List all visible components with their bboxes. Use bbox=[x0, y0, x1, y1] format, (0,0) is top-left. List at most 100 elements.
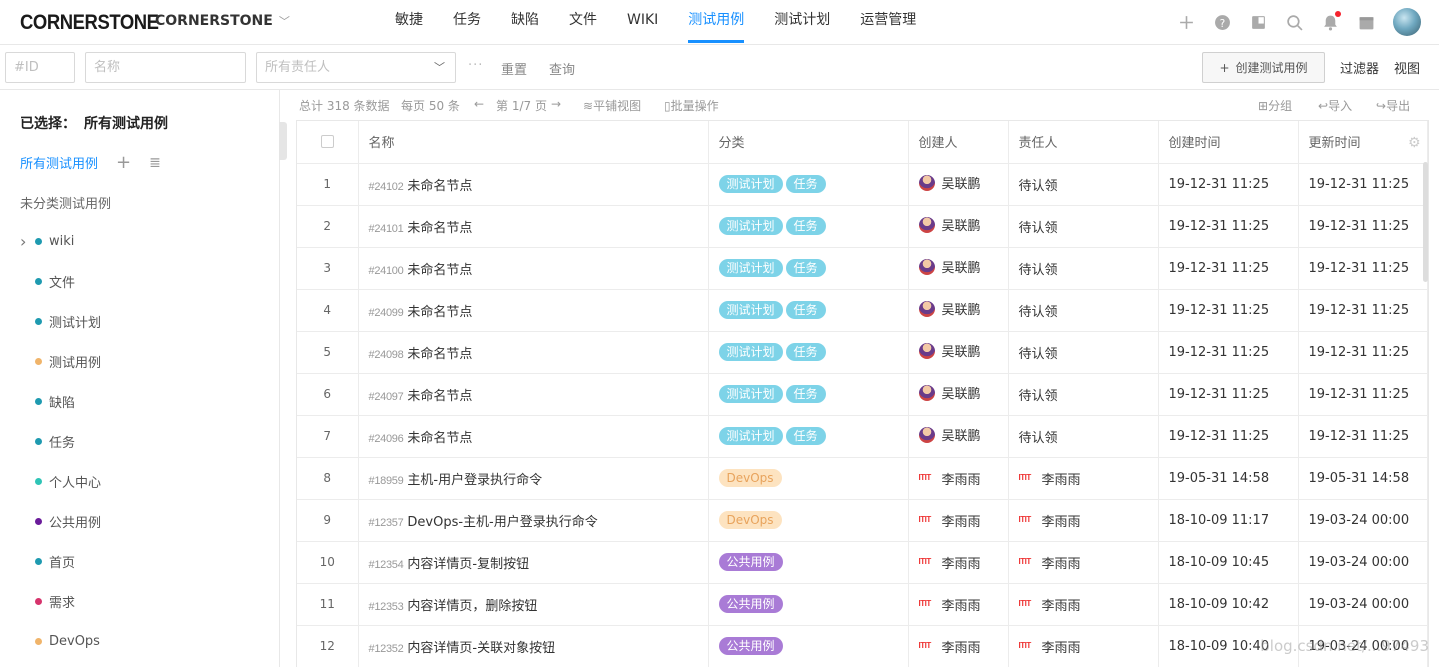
tree-item[interactable]: 首页 bbox=[20, 551, 75, 571]
name-filter-input[interactable] bbox=[85, 52, 246, 83]
query-button[interactable]: 查询 bbox=[549, 59, 575, 78]
uncategorized-link[interactable]: 未分类测试用例 bbox=[20, 193, 111, 212]
category-tag[interactable]: DevOps bbox=[718, 511, 782, 529]
category-tag[interactable]: DevOps bbox=[718, 469, 782, 487]
calendar-icon[interactable] bbox=[1357, 13, 1375, 31]
export-button[interactable]: ↪导出 bbox=[1376, 97, 1410, 114]
list-menu-icon[interactable]: ≣ bbox=[149, 155, 161, 171]
tile-view-button[interactable]: ≋平铺视图 bbox=[583, 97, 641, 114]
tree-item[interactable]: 公共用例 bbox=[20, 511, 101, 531]
table-row[interactable]: 9 #12357 DevOps-主机-用户登录执行命令 DevOps ITIT 李雨雨 IT… bbox=[297, 499, 1428, 542]
tree-item[interactable]: 文件 bbox=[20, 271, 75, 291]
nav-item[interactable]: 任务 bbox=[438, 0, 496, 45]
tree-item[interactable]: 缺陷 bbox=[20, 391, 75, 411]
testcase-name-link[interactable]: 内容详情页-复制按钮 bbox=[407, 557, 529, 572]
category-tag[interactable]: 任务 bbox=[785, 385, 826, 403]
project-switcher[interactable]: CORNERSTONE ﹀ bbox=[155, 13, 290, 29]
select-all-checkbox[interactable] bbox=[320, 135, 334, 149]
category-tag[interactable]: 任务 bbox=[785, 175, 826, 193]
category-tag[interactable]: 测试计划 bbox=[718, 175, 783, 193]
tree-item[interactable]: 个人中心 bbox=[20, 471, 101, 491]
create-testcase-button[interactable]: + 创建测试用例 bbox=[1202, 52, 1325, 83]
tree-item[interactable]: 任务 bbox=[20, 431, 75, 451]
tree-item[interactable]: 测试用例 bbox=[20, 351, 101, 371]
column-header-name[interactable]: 名称 bbox=[358, 121, 709, 164]
table-row[interactable]: 5 #24098 未命名节点 测试计划 任务 吴联鹏 待认领 19-12-31 11:25 19… bbox=[297, 331, 1428, 374]
more-filters-button[interactable]: ··· bbox=[468, 58, 483, 73]
category-tag[interactable]: 公共用例 bbox=[718, 637, 783, 655]
category-tag[interactable]: 公共用例 bbox=[718, 553, 783, 571]
category-tag[interactable]: 任务 bbox=[785, 301, 826, 319]
nav-item[interactable]: 文件 bbox=[554, 0, 612, 45]
user-avatar[interactable] bbox=[1393, 8, 1421, 36]
next-page-icon[interactable]: → bbox=[551, 97, 561, 111]
filter-button[interactable]: 过滤器 bbox=[1340, 58, 1379, 77]
gear-icon[interactable]: ⚙ bbox=[1408, 135, 1421, 151]
all-testcases-link[interactable]: 所有测试用例 bbox=[20, 153, 98, 172]
table-row[interactable]: 4 #24099 未命名节点 测试计划 任务 吴联鹏 待认领 19-12-31 11:25 19… bbox=[297, 289, 1428, 332]
sidebar-collapse-handle[interactable] bbox=[279, 122, 287, 160]
category-tag[interactable]: 任务 bbox=[785, 427, 826, 445]
category-tag[interactable]: 任务 bbox=[785, 259, 826, 277]
view-button[interactable]: 视图 bbox=[1394, 58, 1420, 77]
chevron-right-icon[interactable]: › bbox=[20, 232, 34, 251]
tree-item[interactable]: 需求 bbox=[20, 591, 75, 611]
testcase-name-link[interactable]: 未命名节点 bbox=[407, 179, 472, 194]
nav-item[interactable]: 运营管理 bbox=[845, 0, 931, 45]
category-tag[interactable]: 测试计划 bbox=[718, 301, 783, 319]
testcase-name-link[interactable]: 未命名节点 bbox=[407, 221, 472, 236]
column-header-created[interactable]: 创建时间 bbox=[1158, 121, 1299, 164]
table-row[interactable]: 3 #24100 未命名节点 测试计划 任务 吴联鹏 待认领 19-12-31 11:25 19… bbox=[297, 247, 1428, 290]
column-header-owner[interactable]: 责任人 bbox=[1008, 121, 1159, 164]
table-row[interactable]: 7 #24096 未命名节点 测试计划 任务 吴联鹏 待认领 19-12-31 11:25 19… bbox=[297, 415, 1428, 458]
testcase-name-link[interactable]: 未命名节点 bbox=[407, 347, 472, 362]
nav-item[interactable]: 测试用例 bbox=[673, 0, 759, 45]
app-logo[interactable]: CORNERSTONE bbox=[20, 11, 159, 35]
help-icon[interactable]: ? bbox=[1213, 13, 1231, 31]
assignee-select[interactable]: 所有责任人 ﹀ bbox=[256, 52, 456, 83]
table-row[interactable]: 2 #24101 未命名节点 测试计划 任务 吴联鹏 待认领 19-12-31 11:25 19… bbox=[297, 205, 1428, 248]
category-tag[interactable]: 测试计划 bbox=[718, 259, 783, 277]
column-header-updated[interactable]: 更新时间 bbox=[1309, 136, 1361, 151]
book-icon[interactable] bbox=[1249, 13, 1267, 31]
column-header-creator[interactable]: 创建人 bbox=[908, 121, 1009, 164]
tree-item[interactable]: 测试计划 bbox=[20, 311, 101, 331]
table-row[interactable]: 10 #12354 内容详情页-复制按钮 公共用例 ITIT 李雨雨 ITIT 李雨雨 18-1… bbox=[297, 541, 1428, 584]
nav-item[interactable]: 测试计划 bbox=[759, 0, 845, 45]
nav-item[interactable]: 缺陷 bbox=[496, 0, 554, 45]
category-tag[interactable]: 测试计划 bbox=[718, 385, 783, 403]
nav-item[interactable]: 敏捷 bbox=[380, 0, 438, 45]
testcase-name-link[interactable]: 内容详情页，删除按钮 bbox=[407, 599, 537, 614]
table-scrollbar[interactable] bbox=[1423, 162, 1428, 282]
table-row[interactable]: 12 #12352 内容详情页-关联对象按钮 公共用例 ITIT 李雨雨 ITIT 李雨雨 18… bbox=[297, 625, 1428, 667]
table-row[interactable]: 11 #12353 内容详情页，删除按钮 公共用例 ITIT 李雨雨 ITIT 李雨雨 18-1… bbox=[297, 583, 1428, 626]
testcase-name-link[interactable]: 未命名节点 bbox=[407, 305, 472, 320]
nav-item[interactable]: WIKI bbox=[612, 0, 673, 45]
group-button[interactable]: ⊞分组 bbox=[1258, 97, 1292, 114]
id-filter-input[interactable] bbox=[5, 52, 75, 83]
testcase-name-link[interactable]: 未命名节点 bbox=[407, 431, 472, 446]
category-tag[interactable]: 测试计划 bbox=[718, 343, 783, 361]
testcase-name-link[interactable]: 未命名节点 bbox=[407, 389, 472, 404]
testcase-name-link[interactable]: 内容详情页-关联对象按钮 bbox=[407, 641, 555, 656]
category-tag[interactable]: 测试计划 bbox=[718, 427, 783, 445]
testcase-name-link[interactable]: DevOps-主机-用户登录执行命令 bbox=[407, 515, 597, 530]
table-row[interactable]: 8 #18959 主机-用户登录执行命令 DevOps ITIT 李雨雨 ITIT 李雨雨 19… bbox=[297, 457, 1428, 500]
category-tag[interactable]: 任务 bbox=[785, 343, 826, 361]
testcase-name-link[interactable]: 主机-用户登录执行命令 bbox=[407, 473, 542, 488]
category-tag[interactable]: 任务 bbox=[785, 217, 826, 235]
category-tag[interactable]: 测试计划 bbox=[718, 217, 783, 235]
tree-item[interactable]: DevOps bbox=[20, 631, 100, 651]
tree-item[interactable]: › wiki bbox=[20, 231, 74, 251]
category-tag[interactable]: 公共用例 bbox=[718, 595, 783, 613]
import-button[interactable]: ↩导入 bbox=[1318, 97, 1352, 114]
reset-button[interactable]: 重置 bbox=[501, 59, 527, 78]
plus-icon[interactable] bbox=[1177, 13, 1195, 31]
table-row[interactable]: 6 #24097 未命名节点 测试计划 任务 吴联鹏 待认领 19-12-31 11:25 19… bbox=[297, 373, 1428, 416]
table-row[interactable]: 1 #24102 未命名节点 测试计划 任务 吴联鹏 待认领 19-12-31 11:25 19… bbox=[297, 163, 1428, 206]
column-header-category[interactable]: 分类 bbox=[708, 121, 909, 164]
page-size[interactable]: 每页 50 条 bbox=[401, 97, 460, 114]
bell-icon[interactable] bbox=[1321, 11, 1341, 31]
prev-page-icon[interactable]: ← bbox=[474, 97, 484, 111]
add-category-icon[interactable]: + bbox=[116, 153, 131, 171]
